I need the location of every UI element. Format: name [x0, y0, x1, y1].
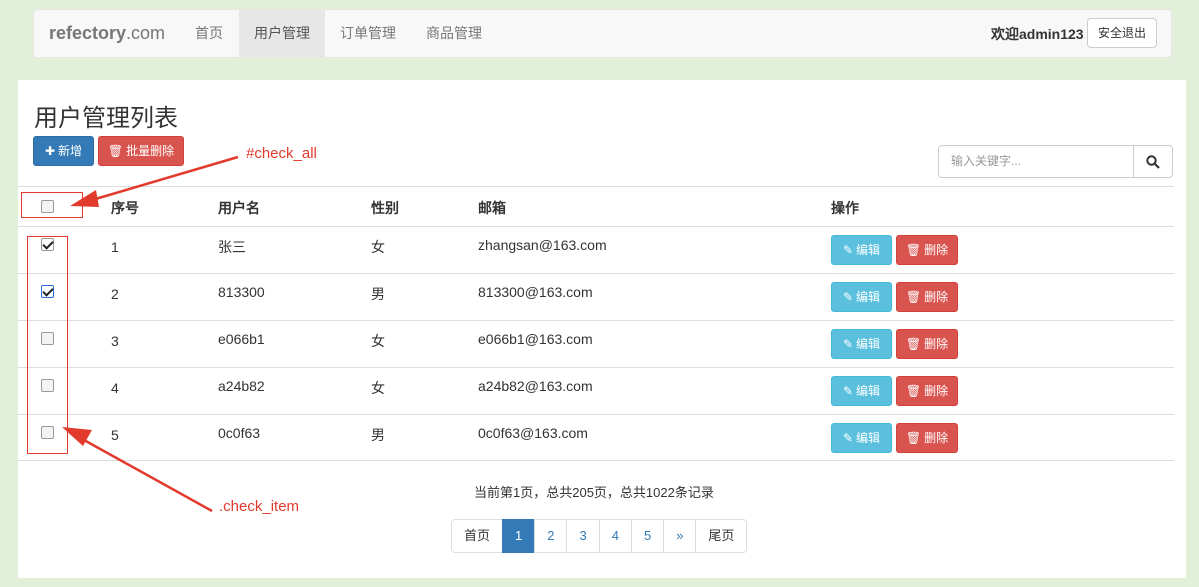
- cell-email: zhangsan@163.com: [478, 237, 607, 253]
- pagination-next[interactable]: »: [663, 519, 697, 553]
- search-icon: [1146, 155, 1160, 169]
- cell-username: a24b82: [218, 378, 265, 394]
- pencil-icon: ✎: [842, 431, 854, 445]
- cell-email: a24b82@163.com: [478, 378, 593, 394]
- pagination-first[interactable]: 首页: [451, 519, 504, 553]
- edit-button[interactable]: ✎ 编辑: [831, 376, 892, 406]
- edit-button[interactable]: ✎ 编辑: [831, 235, 892, 265]
- cell-id: 3: [111, 333, 119, 349]
- pagination-page-4[interactable]: 4: [598, 519, 632, 553]
- delete-button[interactable]: 🗑 删除: [896, 282, 958, 312]
- pagination-page-5[interactable]: 5: [630, 519, 665, 553]
- page-title: 用户管理列表: [34, 105, 178, 132]
- batch-delete-button[interactable]: 🗑 批量删除: [98, 136, 184, 166]
- table-row: 3 e066b1 女 e066b1@163.com ✎ 编辑 🗑 删除: [18, 320, 1174, 367]
- check-all-annotation: #check_all: [246, 145, 317, 162]
- pencil-icon: ✎: [842, 290, 854, 304]
- cell-email: 0c0f63@163.com: [478, 425, 588, 441]
- nav-item-order-management[interactable]: 订单管理: [325, 10, 411, 57]
- pencil-icon: ✎: [842, 337, 854, 351]
- table-row: 4 a24b82 女 a24b82@163.com ✎ 编辑 🗑 删除: [18, 367, 1174, 414]
- pagination: 首页 1 2 3 4 5 » 尾页: [451, 519, 748, 553]
- cell-gender: 女: [371, 239, 385, 255]
- edit-button[interactable]: ✎ 编辑: [831, 329, 892, 359]
- cell-gender: 女: [371, 380, 385, 396]
- cell-username: 813300: [218, 284, 265, 300]
- pagination-summary: 当前第1页，总共205页，总共1022条记录: [474, 485, 714, 500]
- cell-email: 813300@163.com: [478, 284, 593, 300]
- nav-item-product-management[interactable]: 商品管理: [411, 10, 497, 57]
- pencil-icon: ✎: [842, 243, 854, 257]
- plus-icon: ✚: [44, 144, 56, 158]
- cell-username: e066b1: [218, 331, 265, 347]
- logout-button[interactable]: 安全退出: [1087, 18, 1157, 48]
- cell-email: e066b1@163.com: [478, 331, 593, 347]
- cell-id: 4: [111, 380, 119, 396]
- cell-username: 张三: [218, 239, 246, 255]
- table-row: 5 0c0f63 男 0c0f63@163.com ✎ 编辑 🗑 删除: [18, 414, 1174, 461]
- welcome-text: 欢迎admin123: [991, 26, 1084, 42]
- column-header-email: 邮箱: [478, 200, 506, 216]
- trash-icon: 🗑: [905, 290, 922, 304]
- edit-button[interactable]: ✎ 编辑: [831, 423, 892, 453]
- main-panel: 用户管理列表 ✚ 新增 🗑 批量删除 输入关键字... 序号 用户名 性别 邮箱 操…: [18, 80, 1186, 578]
- table-row: 1 张三 女 zhangsan@163.com ✎ 编辑 🗑 删除: [18, 226, 1174, 273]
- trash-icon: 🗑: [905, 431, 922, 445]
- column-header-username: 用户名: [218, 200, 260, 216]
- pagination-page-1[interactable]: 1: [502, 519, 536, 553]
- pagination-page-3[interactable]: 3: [566, 519, 600, 553]
- table-row: 2 813300 男 813300@163.com ✎ 编辑 🗑 删除: [18, 273, 1174, 320]
- add-button[interactable]: ✚ 新增: [33, 136, 94, 166]
- cell-id: 2: [111, 286, 119, 302]
- cell-id: 5: [111, 427, 119, 443]
- cell-gender: 男: [371, 286, 385, 302]
- delete-button[interactable]: 🗑 删除: [896, 235, 958, 265]
- column-header-actions: 操作: [831, 200, 859, 216]
- trash-icon: 🗑: [905, 243, 922, 257]
- cell-id: 1: [111, 239, 119, 255]
- pencil-icon: ✎: [842, 384, 854, 398]
- cell-gender: 女: [371, 333, 385, 349]
- delete-button[interactable]: 🗑 删除: [896, 329, 958, 359]
- cell-gender: 男: [371, 427, 385, 443]
- top-navbar: refectory.com 首页 用户管理 订单管理 商品管理 欢迎admin1…: [33, 9, 1172, 58]
- column-header-id: 序号: [111, 200, 139, 216]
- nav-item-home[interactable]: 首页: [180, 10, 238, 57]
- search-button[interactable]: [1133, 145, 1173, 178]
- brand-logo[interactable]: refectory.com: [49, 23, 165, 44]
- delete-button[interactable]: 🗑 删除: [896, 376, 958, 406]
- column-header-gender: 性别: [371, 200, 399, 216]
- check-all-highlight: [21, 192, 83, 218]
- pagination-page-2[interactable]: 2: [534, 519, 568, 553]
- trash-icon: 🗑: [905, 337, 922, 351]
- nav-item-user-management[interactable]: 用户管理: [239, 10, 325, 57]
- table-header: 序号 用户名 性别 邮箱 操作: [18, 186, 1174, 226]
- pagination-last[interactable]: 尾页: [695, 519, 748, 553]
- delete-button[interactable]: 🗑 删除: [896, 423, 958, 453]
- check-item-highlight: [27, 236, 68, 454]
- search-input[interactable]: 输入关键字...: [938, 145, 1134, 178]
- trash-icon: 🗑: [905, 384, 922, 398]
- edit-button[interactable]: ✎ 编辑: [831, 282, 892, 312]
- trash-icon: 🗑: [107, 144, 124, 158]
- check-item-annotation: .check_item: [219, 498, 300, 515]
- cell-username: 0c0f63: [218, 425, 261, 441]
